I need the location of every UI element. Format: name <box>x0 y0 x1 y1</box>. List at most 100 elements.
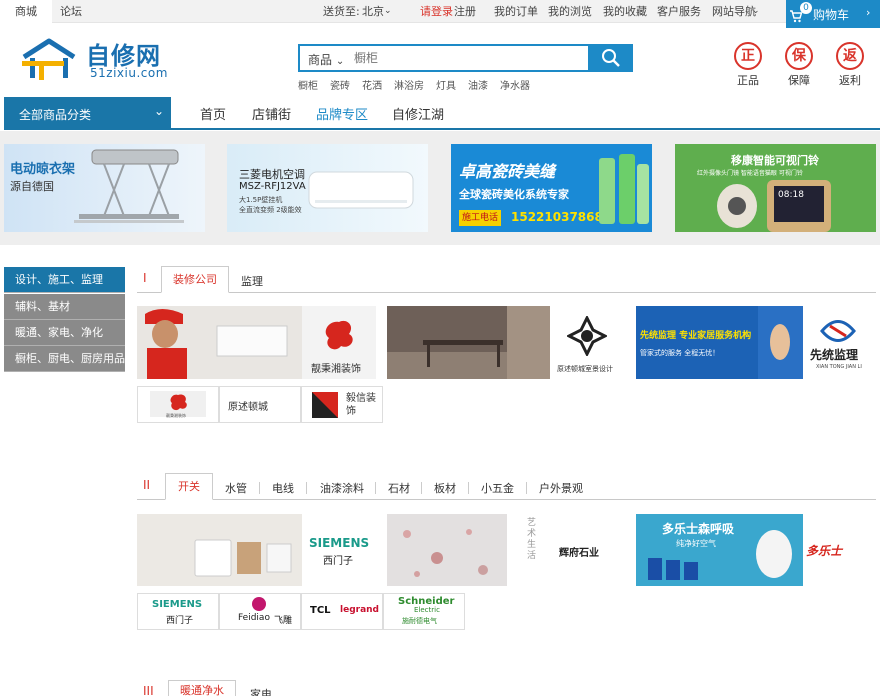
nav-brand-zone[interactable]: 品牌专区 <box>316 104 368 123</box>
banner-clothes-rack[interactable]: 电动晾衣架 源自德国 <box>4 144 205 232</box>
brand-logo-sub: Electric <box>414 606 440 614</box>
cart-count-badge: 0 <box>800 2 812 14</box>
hot-keyword[interactable]: 瓷砖 <box>330 81 350 92</box>
chevron-down-icon[interactable]: ⌄ <box>384 0 392 23</box>
brand-logo-yixin[interactable]: 毅信装饰 <box>301 386 383 423</box>
tab-separator <box>306 482 307 494</box>
banner-air-conditioner[interactable]: 三菱电机空调 MSZ-RFJ12VA 大1.5P壁挂机 全直流变频 2级能效 <box>227 144 428 232</box>
tab-stone[interactable]: 石材 <box>388 480 410 496</box>
top-bar: 商城 论坛 送货至: 北京 ⌄ 请登录 注册 我的订单 我的浏览 我的收藏 客户… <box>0 0 880 28</box>
brand-logo-tcl-legrand[interactable]: TCL legrand <box>301 593 383 630</box>
banner-subtitle: 全球瓷砖美化系统专家 <box>459 188 569 201</box>
nav-shop-street[interactable]: 店铺街 <box>252 104 291 123</box>
banner-title: 三菱电机空调 <box>239 168 305 181</box>
section-number: III <box>143 684 154 696</box>
sidebar-item-design[interactable]: 设计、施工、监理 <box>4 267 125 293</box>
brand-logo-jbx[interactable]: 靓秉湘装饰 <box>137 386 219 423</box>
hot-keyword[interactable]: 花洒 <box>362 81 382 92</box>
banner-line2: 全直流变频 2级能效 <box>239 206 302 214</box>
rebate-label: 返利 <box>839 74 861 87</box>
promo-tile-huifu-stone[interactable]: 艺术生活 辉府石业 <box>387 514 626 586</box>
promo-tile-xiantong[interactable]: 先统监理 专业家居服务机构 管家式的服务 全程无忧！ 先统监理 XIAN TON… <box>636 306 875 379</box>
hot-keyword[interactable]: 净水器 <box>500 81 530 92</box>
hot-keywords: 橱柜 瓷砖 花洒 淋浴房 灯具 油漆 净水器 <box>298 77 542 92</box>
brand-logo-ys[interactable]: 原述顿城 <box>219 386 301 423</box>
chevron-down-icon: ⌄ <box>335 56 345 67</box>
nav-home[interactable]: 首页 <box>200 104 226 123</box>
brand-logo-name: Feidiao <box>238 613 270 623</box>
chevron-down-icon[interactable]: ⌄ <box>752 0 760 23</box>
banner-phone: 15221037868 <box>511 210 603 224</box>
ys-logo <box>567 316 607 356</box>
search-input[interactable] <box>354 48 584 68</box>
promo-tile-decoration[interactable]: 靓秉湘装饰 <box>137 306 376 379</box>
cart-button[interactable]: 0 购物车 › <box>786 0 880 28</box>
promo-tile-siemens[interactable]: SIEMENS 西门子 <box>137 514 376 586</box>
brand-logo-schneider[interactable]: Schneider Electric 施耐德电气 <box>383 593 465 630</box>
banner-line1: 大1.5P壁挂机 <box>239 196 283 204</box>
brand-logo-cn: 施耐德电气 <box>402 617 437 625</box>
sidebar-item-kitchen[interactable]: 橱柜、厨电、厨房用品 <box>4 346 125 372</box>
banner-doorbell[interactable]: 移康智能可视门铃 红外摄像头门镜 智能语音猫眼 可视门铃 08:18 <box>675 144 876 232</box>
my-history-link[interactable]: 我的浏览 <box>548 0 592 23</box>
stone-texture-image <box>387 514 507 586</box>
doorbell-screen-time: 08:18 <box>778 190 804 200</box>
clothes-rack-image <box>74 149 184 223</box>
tab-supervision[interactable]: 监理 <box>241 273 263 289</box>
tab-appliances[interactable]: 家电 <box>250 686 272 696</box>
tab-forum[interactable]: 论坛 <box>60 0 82 23</box>
tab-switches[interactable]: 开关 <box>165 473 213 500</box>
tab-paint[interactable]: 油漆涂料 <box>320 480 364 496</box>
banner-title: 卓高瓷砖美缝 <box>459 162 556 181</box>
login-link[interactable]: 请登录 <box>420 0 453 23</box>
customer-service-link[interactable]: 客户服务 <box>657 0 701 23</box>
ship-to-label: 送货至: <box>323 5 360 18</box>
genuine-label: 正品 <box>737 74 759 87</box>
search-category-label: 商品 <box>308 53 333 67</box>
promo-tile-dulux[interactable]: 多乐士森呼吸 纯净好空气 多乐士 <box>636 514 875 586</box>
brand-logo-name: SIEMENS <box>152 599 203 610</box>
my-orders-link[interactable]: 我的订单 <box>494 0 538 23</box>
genuine-icon: 正 <box>734 42 762 70</box>
nav-diy-forum[interactable]: 自修江湖 <box>392 104 444 123</box>
tile-brand: SIEMENS <box>309 536 370 550</box>
tab-hardware[interactable]: 小五金 <box>481 480 514 496</box>
promo-tile-interior-design[interactable]: 原述顿城室景设计 <box>387 306 626 379</box>
tab-hvac-water[interactable]: 暖通净水 <box>168 680 236 696</box>
rebate-icon: 返 <box>836 42 864 70</box>
register-link[interactable]: 注册 <box>454 0 476 23</box>
doorbell-image <box>717 180 831 232</box>
tab-mall[interactable]: 商城 <box>0 0 52 23</box>
banner-tile-grout[interactable]: 卓高瓷砖美缝 全球瓷砖美化系统专家 施工电话 15221037868 <box>451 144 652 232</box>
tab-water-pipes[interactable]: 水管 <box>225 480 247 496</box>
ship-to-city[interactable]: 北京 <box>362 0 384 23</box>
hot-keyword[interactable]: 淋浴房 <box>394 81 424 92</box>
hot-keyword[interactable]: 橱柜 <box>298 81 318 92</box>
sidebar-item-hvac[interactable]: 暖通、家电、净化 <box>4 320 125 346</box>
tab-separator <box>468 482 469 494</box>
search-button[interactable] <box>589 44 633 72</box>
all-categories-button[interactable]: 全部商品分类 ⌄ <box>4 97 171 129</box>
my-favorites-link[interactable]: 我的收藏 <box>603 0 647 23</box>
tab-line <box>137 499 876 500</box>
tab-wires[interactable]: 电线 <box>272 480 294 496</box>
hot-keyword[interactable]: 油漆 <box>468 81 488 92</box>
brand-logo-name: TCL <box>310 605 331 616</box>
logo-house-icon[interactable] <box>20 37 78 83</box>
tab-boards[interactable]: 板材 <box>434 480 456 496</box>
sidebar-item-materials[interactable]: 辅料、基材 <box>4 294 125 320</box>
tile-brand: 原述顿城室景设计 <box>557 365 613 373</box>
tile-sub: 管家式的服务 全程无忧！ <box>640 349 720 357</box>
brand-logo-feidiao[interactable]: Feidiao 飞雕 <box>219 593 301 630</box>
brand-logo-cn: 西门子 <box>166 616 194 626</box>
switch-panel-image <box>137 514 302 586</box>
feidiao-logo-icon <box>252 597 266 611</box>
tab-outdoor[interactable]: 户外景观 <box>539 480 583 496</box>
tab-decoration-company[interactable]: 装修公司 <box>161 266 229 293</box>
tile-brand: 先统监理 <box>810 348 859 362</box>
brand-logo-siemens[interactable]: SIEMENS 西门子 <box>137 593 219 630</box>
site-nav-link[interactable]: 网站导航 <box>712 0 756 23</box>
hot-keyword[interactable]: 灯具 <box>436 81 456 92</box>
tile-headline: 多乐士森呼吸 <box>662 522 735 536</box>
search-category-select[interactable]: 商品 ⌄ <box>308 51 344 68</box>
